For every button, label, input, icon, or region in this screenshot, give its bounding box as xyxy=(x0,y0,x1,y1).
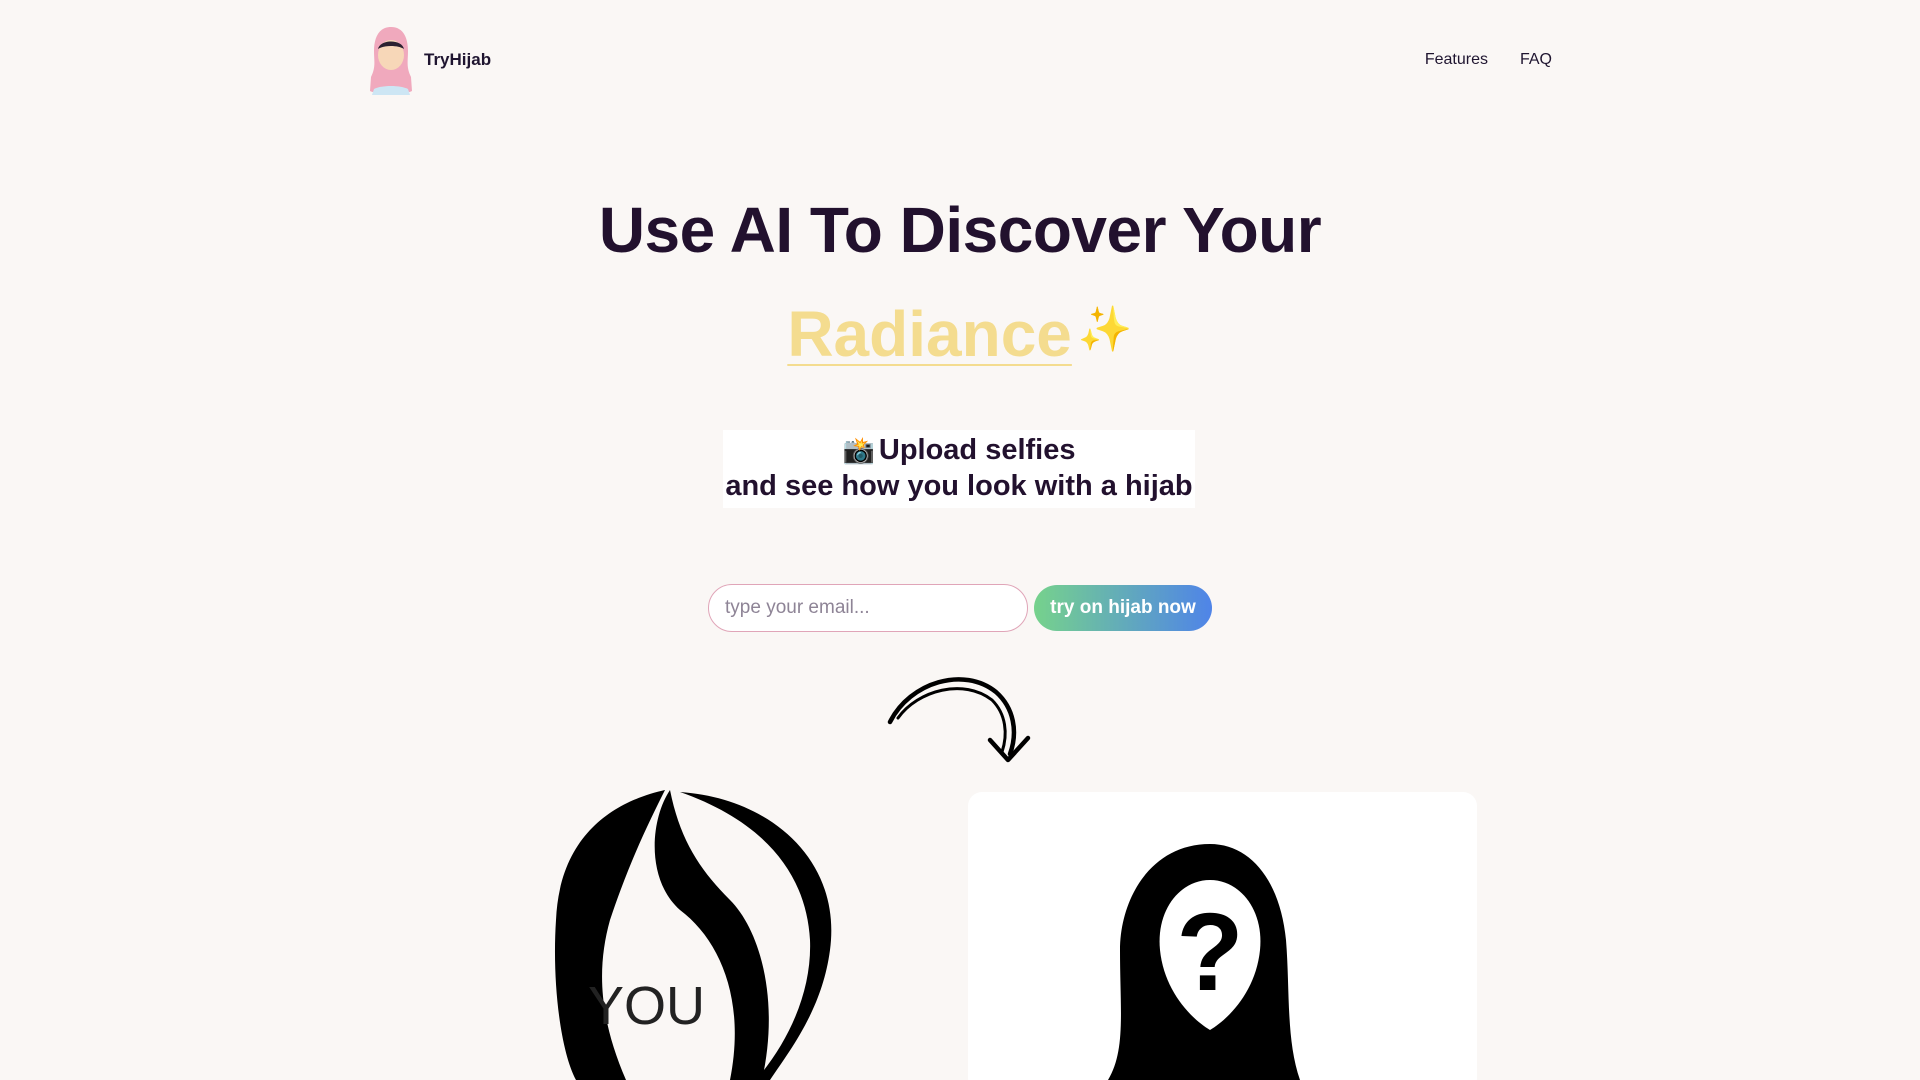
nav-link-features[interactable]: Features xyxy=(1425,51,1488,69)
camera-icon: 📸 xyxy=(842,435,875,465)
main-nav: Features FAQ xyxy=(1425,51,1552,69)
curved-arrow-icon xyxy=(887,677,1031,763)
hijab-silhouette-icon: ? xyxy=(1108,844,1300,1080)
brand-name: TryHijab xyxy=(424,50,492,69)
nav-link-faq[interactable]: FAQ xyxy=(1520,51,1552,69)
email-input[interactable] xyxy=(708,584,1028,632)
hero-subtitle: 📸 Upload selfies and see how you look wit… xyxy=(723,430,1195,508)
you-label: YOU xyxy=(588,976,706,1036)
hero-highlight: Radiance xyxy=(787,298,1072,370)
hero-highlight-line: Radiance ✨ xyxy=(0,290,1920,374)
subtitle-line-2: and see how you look with a hijab xyxy=(725,470,1193,502)
try-hijab-button[interactable]: try on hijab now xyxy=(1034,585,1212,631)
result-card: ? xyxy=(968,792,1477,1080)
subtitle-line-1: Upload selfies xyxy=(878,434,1076,466)
hero-title: Use AI To Discover Your xyxy=(598,194,1322,266)
signup-form: try on hijab now xyxy=(708,584,1212,632)
landing-page: TryHijab Features FAQ Use AI To Discover… xyxy=(0,0,1920,1080)
brand-link[interactable]: TryHijab xyxy=(368,25,491,95)
sparkles-icon: ✨ xyxy=(1077,305,1133,354)
hijab-girl-logo-icon xyxy=(370,27,412,95)
question-mark: ? xyxy=(1176,891,1243,1014)
site-header: TryHijab Features FAQ xyxy=(368,22,1552,98)
